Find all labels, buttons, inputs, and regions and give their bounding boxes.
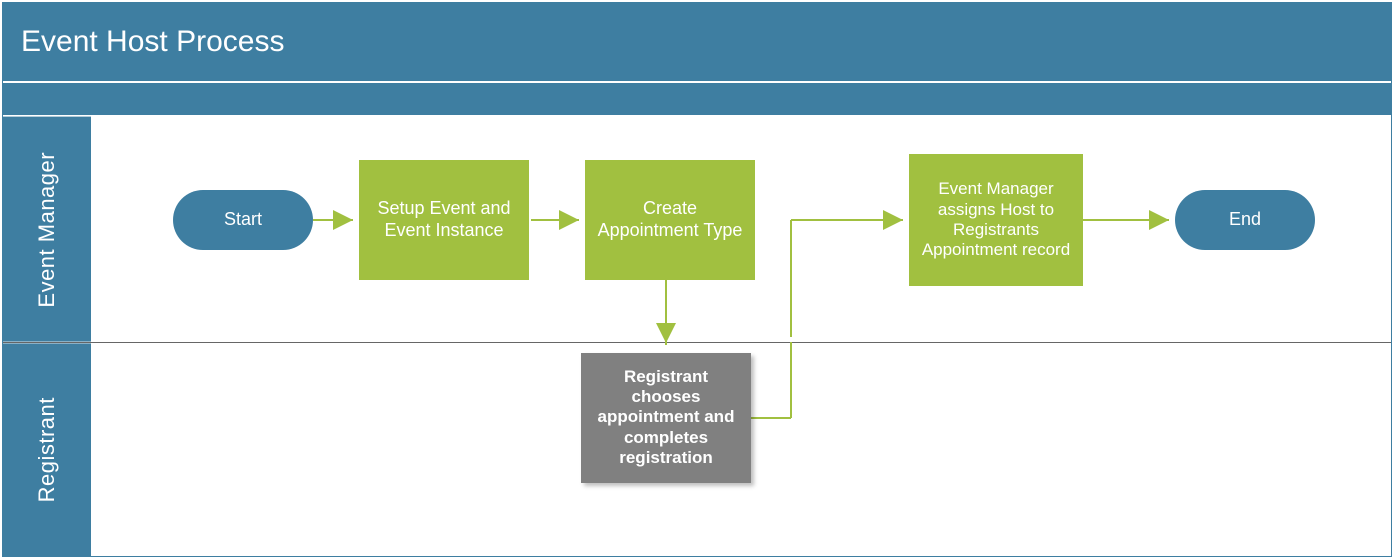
node-end: End	[1175, 190, 1315, 250]
lane-registrant: Registrant Registrant chooses appointmen…	[3, 342, 1391, 556]
node-setup-event: Setup Event and Event Instance	[359, 160, 529, 280]
node-setup-event-label: Setup Event and Event Instance	[369, 198, 519, 241]
node-registrant-completes: Registrant chooses appointment and compl…	[581, 353, 751, 483]
lane-content-registrant: Registrant chooses appointment and compl…	[91, 343, 1391, 556]
node-registrant-completes-label: Registrant chooses appointment and compl…	[591, 367, 741, 469]
node-start-label: Start	[224, 209, 262, 231]
node-create-appointment-type-label: Create Appointment Type	[595, 198, 745, 241]
pool-header-spacer	[3, 81, 1391, 117]
lane-content-event-manager: Start Setup Event and Event Instance Cre…	[91, 117, 1391, 342]
node-assign-host: Event Manager assigns Host to Registrant…	[909, 154, 1083, 286]
node-create-appointment-type: Create Appointment Type	[585, 160, 755, 280]
lane-label-registrant: Registrant	[3, 343, 91, 556]
lanes-container: Event Manager	[3, 117, 1391, 556]
lane-event-manager: Event Manager	[3, 117, 1391, 342]
node-assign-host-label: Event Manager assigns Host to Registrant…	[919, 179, 1073, 261]
swimlane-pool: Event Host Process Event Manager	[2, 2, 1392, 557]
pool-title-text: Event Host Process	[21, 25, 284, 59]
pool-title: Event Host Process	[3, 3, 1391, 81]
node-start: Start	[173, 190, 313, 250]
node-end-label: End	[1229, 209, 1261, 231]
lane-label-event-manager: Event Manager	[3, 117, 91, 342]
